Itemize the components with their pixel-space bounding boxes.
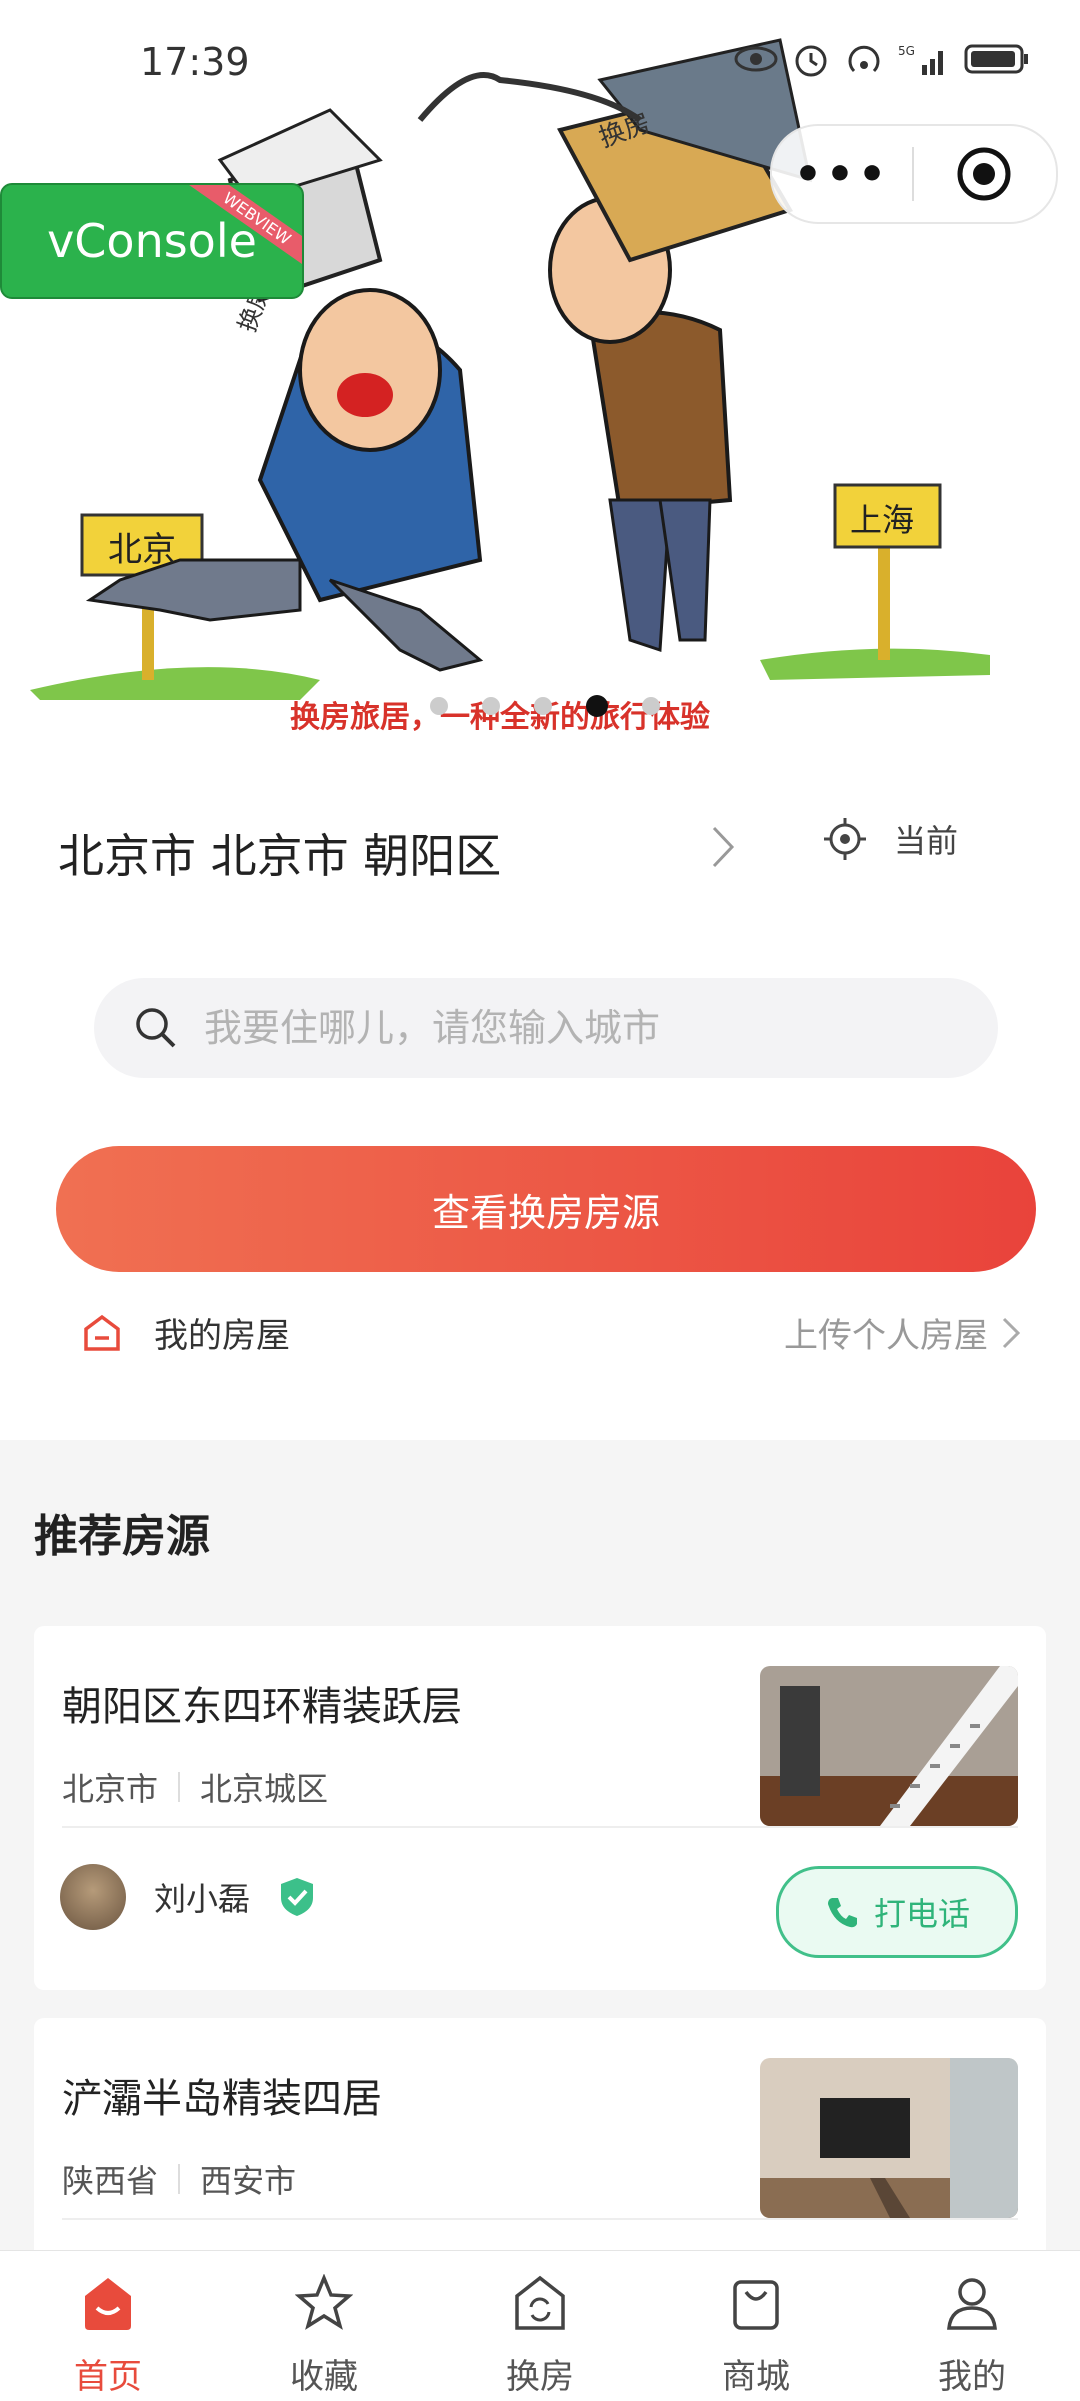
tab-label: 首页 [74, 2357, 142, 2397]
miniprogram-capsule: ••• [770, 124, 1058, 224]
listing-region: 北京市 北京城区 [62, 1764, 328, 1810]
tab-swap[interactable]: 换房 [440, 2251, 640, 2398]
battery-icon [964, 44, 1028, 74]
verified-shield-icon [281, 1878, 314, 1916]
carousel-dots [430, 695, 660, 717]
status-time: 17:39 [140, 40, 250, 84]
tab-label: 我的 [938, 2357, 1006, 2397]
upload-house-link[interactable]: 上传个人房屋 [784, 1308, 1022, 1357]
current-location-button[interactable]: 当前 [822, 816, 958, 862]
listing-card[interactable]: 朝阳区东四环精装跃层 北京市 北京城区 刘小磊 打电话 [34, 1626, 1046, 1990]
locate-icon [824, 818, 866, 860]
my-house-label: 我的房屋 [154, 1316, 290, 1356]
region-divider [178, 1772, 181, 1802]
swap-house-icon [511, 2267, 569, 2339]
hotspot-icon [848, 45, 880, 73]
eye-icon [734, 46, 778, 72]
more-options-icon[interactable]: ••• [772, 149, 912, 200]
banner-carousel[interactable]: 北京 上海 换房 换房 换房旅居，一种全新的旅行体验 [0, 0, 1080, 760]
status-icons: 5G [734, 40, 1030, 78]
user-icon [943, 2267, 1001, 2339]
tab-mall[interactable]: 商城 [656, 2251, 856, 2398]
carousel-dot[interactable] [534, 697, 552, 715]
recommend-title: 推荐房源 [34, 1511, 210, 1562]
listing-province: 陕西省 [62, 2162, 159, 2200]
vconsole-button[interactable]: vConsole WEBVIEW [0, 183, 304, 299]
chevron-right-icon [1002, 1317, 1021, 1348]
call-label: 打电话 [873, 1895, 970, 1933]
tab-label: 商城 [722, 2357, 790, 2397]
location-panel: 北京市 北京市 朝阳区 当前 查看换房房源 我的房屋 上传个人房屋 [0, 760, 1080, 1440]
location-text[interactable]: 北京市 北京市 朝阳区 [58, 820, 501, 886]
close-miniprogram-icon[interactable] [914, 146, 1054, 202]
svg-text:5G: 5G [898, 44, 915, 58]
listing-title: 朝阳区东四环精装跃层 [62, 1684, 462, 1730]
card-divider [62, 2218, 1018, 2220]
upload-house-label: 上传个人房屋 [784, 1316, 988, 1356]
shopping-bag-icon [727, 2267, 785, 2339]
carousel-dot[interactable] [430, 697, 448, 715]
carousel-dot[interactable] [642, 697, 660, 715]
banner-illustration [30, 38, 990, 700]
phone-icon [827, 1898, 857, 1928]
listing-city: 北京城区 [200, 1770, 329, 1808]
listing-province: 北京市 [62, 1770, 159, 1808]
tab-home[interactable]: 首页 [8, 2251, 208, 2398]
card-divider [62, 1826, 1018, 1828]
chevron-right-icon[interactable] [708, 824, 738, 870]
avatar [60, 1864, 126, 1930]
star-icon [295, 2267, 353, 2339]
vconsole-label: vConsole [47, 214, 257, 268]
listing-thumbnail[interactable] [760, 1666, 1018, 1826]
search-icon [134, 1006, 184, 1050]
call-button[interactable]: 打电话 [776, 1866, 1018, 1958]
sign-right-text: 上海 [850, 501, 915, 539]
my-house-link[interactable]: 我的房屋 [80, 1308, 290, 1357]
search-bar[interactable] [94, 978, 998, 1078]
tab-favorites[interactable]: 收藏 [224, 2251, 424, 2398]
sign-left-text: 北京 [108, 530, 176, 570]
listing-region: 陕西省 西安市 [62, 2156, 296, 2202]
region-divider [178, 2164, 181, 2194]
house-icon [84, 1314, 120, 1351]
view-listings-button[interactable]: 查看换房房源 [56, 1146, 1036, 1272]
owner-info: 刘小磊 [60, 1864, 316, 1930]
signal-5g-icon: 5G [898, 44, 943, 75]
search-input[interactable] [202, 1005, 966, 1051]
listing-thumbnail[interactable] [760, 2058, 1018, 2218]
home-icon [79, 2267, 137, 2339]
bottom-tab-bar: 首页 收藏 换房 商城 我的 [0, 2250, 1080, 2401]
tab-label: 换房 [506, 2357, 574, 2397]
tab-label: 收藏 [290, 2357, 358, 2397]
listing-city: 西安市 [200, 2162, 297, 2200]
tab-mine[interactable]: 我的 [872, 2251, 1072, 2398]
alarm-icon [795, 45, 827, 77]
owner-name: 刘小磊 [154, 1880, 251, 1918]
carousel-dot[interactable] [482, 697, 500, 715]
carousel-dot-active[interactable] [586, 695, 608, 717]
current-location-label: 当前 [894, 822, 959, 860]
listing-title: 浐灞半岛精装四居 [62, 2076, 382, 2122]
